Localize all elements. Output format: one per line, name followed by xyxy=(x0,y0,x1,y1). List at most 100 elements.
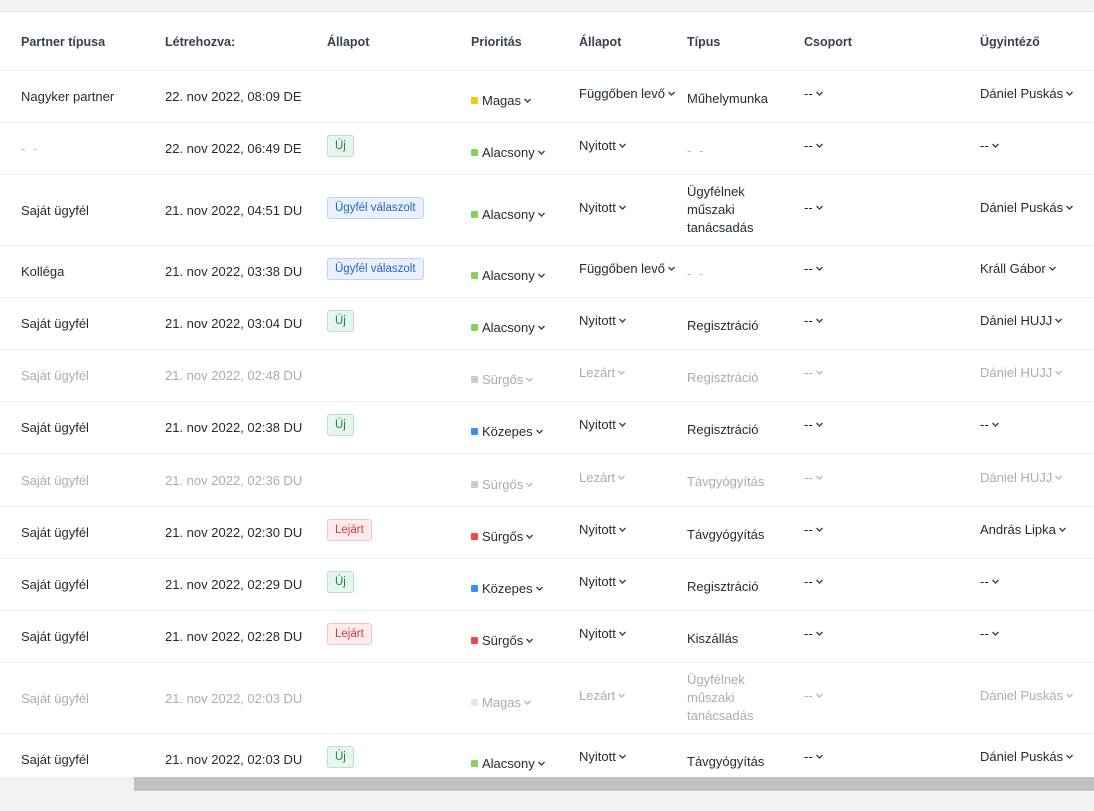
table-row[interactable]: Saját ügyfél 21. nov 2022, 02:28 DU Lejárt… xyxy=(0,611,1094,663)
status-dropdown[interactable]: Lezárt xyxy=(579,688,626,703)
agent-dropdown[interactable]: -- xyxy=(980,417,1000,432)
group-dropdown[interactable]: -- xyxy=(804,626,824,641)
status-dropdown[interactable]: Nyitott xyxy=(579,574,627,589)
table-row[interactable]: Saját ügyfél 21. nov 2022, 02:30 DU Lejárt… xyxy=(0,507,1094,559)
group-dropdown[interactable]: -- xyxy=(804,313,824,328)
header-group[interactable]: Csoport xyxy=(804,35,852,49)
table-row[interactable]: Saját ügyfél 21. nov 2022, 02:03 DU Magas L… xyxy=(0,663,1094,734)
agent-label: Dániel HUJJ xyxy=(980,365,1053,380)
priority-dropdown[interactable]: Alacsony xyxy=(471,756,546,771)
cell-priority: Sürgős xyxy=(471,350,534,401)
chevron-down-icon xyxy=(618,420,627,429)
cell-group: -- xyxy=(804,350,824,401)
status-dropdown[interactable]: Függőben levő xyxy=(579,261,676,276)
chevron-down-icon xyxy=(815,89,824,98)
priority-dropdown[interactable]: Magas xyxy=(471,93,532,108)
group-label: -- xyxy=(804,199,813,215)
header-partner-type[interactable]: Partner típusa xyxy=(21,35,105,49)
table-row[interactable]: Saját ügyfél 21. nov 2022, 02:03 DU Új Alac… xyxy=(0,734,1094,777)
agent-dropdown[interactable]: -- xyxy=(980,574,1000,589)
group-dropdown[interactable]: -- xyxy=(804,522,824,537)
table-row[interactable]: Saját ügyfél 21. nov 2022, 02:29 DU Új Köze… xyxy=(0,559,1094,611)
group-dropdown[interactable]: -- xyxy=(804,470,824,485)
agent-dropdown[interactable]: Dániel Puskás xyxy=(980,688,1074,703)
status-dropdown[interactable]: Nyitott xyxy=(579,626,627,641)
priority-dropdown[interactable]: Sürgős xyxy=(471,529,534,544)
status-dropdown[interactable]: Nyitott xyxy=(579,138,627,153)
table-row[interactable]: Saját ügyfél 21. nov 2022, 02:48 DU Sürgős… xyxy=(0,350,1094,402)
cell-created: 21. nov 2022, 02:48 DU xyxy=(165,350,302,401)
status-dropdown[interactable]: Lezárt xyxy=(579,470,626,485)
table-row[interactable]: - - 22. nov 2022, 06:49 DE Új Alacsony Nyito… xyxy=(0,123,1094,175)
table-row[interactable]: Saját ügyfél 21. nov 2022, 02:36 DU Sürgős… xyxy=(0,454,1094,507)
status-dropdown[interactable]: Nyitott xyxy=(579,313,627,328)
header-state[interactable]: Állapot xyxy=(327,35,369,49)
agent-dropdown[interactable]: Králl Gábor xyxy=(980,261,1057,276)
priority-dropdown[interactable]: Sürgős xyxy=(471,372,534,387)
agent-dropdown[interactable]: -- xyxy=(980,138,1000,153)
cell-status: Nyitott xyxy=(579,559,627,610)
created-date-text: 21. nov 2022, 03:04 DU xyxy=(165,316,303,331)
agent-dropdown[interactable]: András Lipka xyxy=(980,522,1067,537)
group-dropdown[interactable]: -- xyxy=(804,417,824,432)
chevron-down-icon xyxy=(535,427,544,436)
type-text: Regisztráció xyxy=(687,421,759,437)
header-status[interactable]: Állapot xyxy=(579,35,621,49)
group-dropdown[interactable]: -- xyxy=(804,574,824,589)
table-row[interactable]: Saját ügyfél 21. nov 2022, 03:04 DU Új Alac… xyxy=(0,298,1094,350)
table-row[interactable]: Saját ügyfél 21. nov 2022, 02:38 DU Új Köze… xyxy=(0,402,1094,454)
chevron-down-icon xyxy=(815,629,824,638)
priority-dropdown[interactable]: Közepes xyxy=(471,424,544,439)
group-label: -- xyxy=(804,687,813,703)
group-dropdown[interactable]: -- xyxy=(804,200,824,215)
agent-dropdown[interactable]: Dániel Puskás xyxy=(980,86,1074,101)
status-dropdown[interactable]: Nyitott xyxy=(579,200,627,215)
horizontal-scrollbar-thumb[interactable] xyxy=(134,777,1094,791)
header-priority[interactable]: Prioritás xyxy=(471,35,522,49)
cell-created: 21. nov 2022, 02:38 DU xyxy=(165,402,302,453)
table-row[interactable]: Nagyker partner 22. nov 2022, 08:09 DE Mag… xyxy=(0,71,1094,123)
bottom-strip xyxy=(0,791,1094,811)
group-dropdown[interactable]: -- xyxy=(804,138,824,153)
header-type[interactable]: Típus xyxy=(687,35,720,49)
priority-dropdown[interactable]: Sürgős xyxy=(471,633,534,648)
agent-dropdown[interactable]: Dániel HUJJ xyxy=(980,365,1063,380)
chevron-down-icon xyxy=(617,473,626,482)
table-row[interactable]: Saját ügyfél 21. nov 2022, 04:51 DU Ügyfél… xyxy=(0,175,1094,246)
group-dropdown[interactable]: -- xyxy=(804,365,824,380)
cell-created: 21. nov 2022, 03:38 DU xyxy=(165,246,302,297)
cell-priority: Alacsony xyxy=(471,175,546,245)
group-dropdown[interactable]: -- xyxy=(804,86,824,101)
status-dropdown[interactable]: Nyitott xyxy=(579,749,627,764)
state-badge: Új xyxy=(327,746,354,768)
cell-agent: Dániel Puskás xyxy=(980,175,1074,245)
group-label: -- xyxy=(804,365,813,380)
agent-dropdown[interactable]: Dániel Puskás xyxy=(980,200,1074,215)
priority-dropdown[interactable]: Alacsony xyxy=(471,145,546,160)
table-row[interactable]: Kolléga 21. nov 2022, 03:38 DU Ügyfél vála… xyxy=(0,246,1094,298)
status-dropdown[interactable]: Lezárt xyxy=(579,365,626,380)
group-dropdown[interactable]: -- xyxy=(804,688,824,703)
agent-dropdown[interactable]: -- xyxy=(980,626,1000,641)
header-agent[interactable]: Ügyintéző xyxy=(980,35,1040,49)
cell-partner-type: Saját ügyfél xyxy=(21,507,89,558)
agent-dropdown[interactable]: Dániel HUJJ xyxy=(980,470,1063,485)
priority-dropdown[interactable]: Alacsony xyxy=(471,320,546,335)
agent-dropdown[interactable]: Dániel Puskás xyxy=(980,749,1074,764)
group-dropdown[interactable]: -- xyxy=(804,749,824,764)
header-created[interactable]: Létrehozva: xyxy=(165,35,235,49)
agent-dropdown[interactable]: Dániel HUJJ xyxy=(980,313,1063,328)
group-dropdown[interactable]: -- xyxy=(804,261,824,276)
priority-dropdown[interactable]: Alacsony xyxy=(471,207,546,222)
priority-dropdown[interactable]: Magas xyxy=(471,695,532,710)
status-dropdown[interactable]: Nyitott xyxy=(579,417,627,432)
state-badge: Új xyxy=(327,414,354,436)
chevron-down-icon xyxy=(618,141,627,150)
priority-label: Alacsony xyxy=(482,206,535,222)
priority-dropdown[interactable]: Sürgős xyxy=(471,477,534,492)
cell-state-badge: Új xyxy=(327,559,354,610)
status-dropdown[interactable]: Függőben levő xyxy=(579,86,676,101)
priority-dropdown[interactable]: Alacsony xyxy=(471,268,546,283)
status-dropdown[interactable]: Nyitott xyxy=(579,522,627,537)
priority-dropdown[interactable]: Közepes xyxy=(471,581,544,596)
